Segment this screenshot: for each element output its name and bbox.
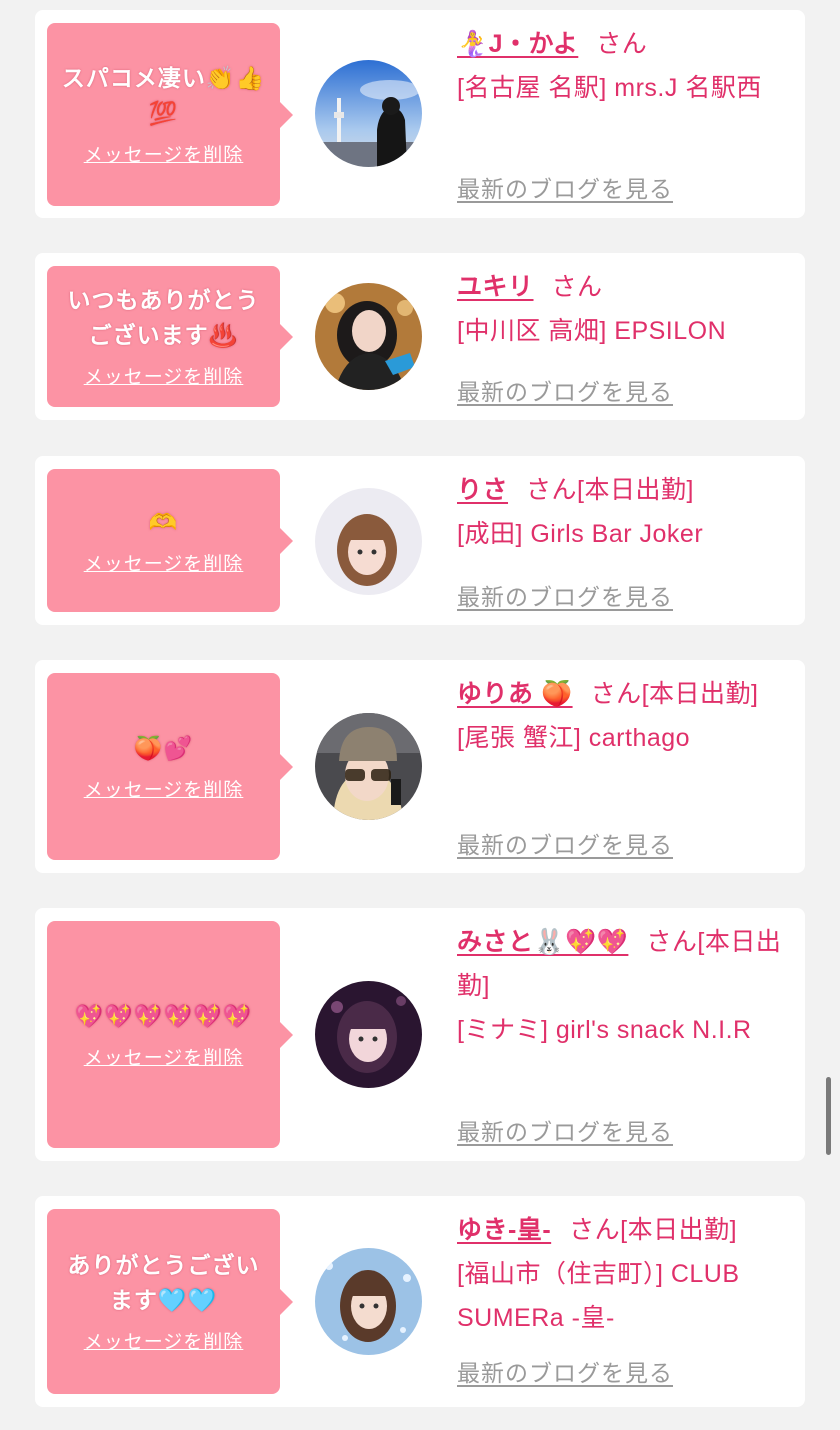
message-text: いつもありがとうございます♨️ xyxy=(67,288,260,349)
sender-avatar[interactable] xyxy=(315,60,422,167)
sender-shop: [尾張 蟹江] carthago xyxy=(457,724,691,752)
woman-brown-hair-avatar-icon xyxy=(315,488,422,595)
message-text: 🫶 xyxy=(148,509,179,536)
message-card: 💖💖💖💖💖💖 メッセージを削除 みさと🐰💖💖 さん[本日出勤] [ミナミ] gir… xyxy=(35,908,805,1161)
message-text: スパコメ凄い👏👍💯 xyxy=(61,66,266,127)
delete-message-link[interactable]: メッセージを削除 xyxy=(84,1043,244,1070)
message-bubble: 💖💖💖💖💖💖 メッセージを削除 xyxy=(47,921,293,1148)
sender-name-link[interactable]: 🧜‍♀️J・かよ xyxy=(457,30,578,58)
message-card: 🫶 メッセージを削除 りさ さん[本日出勤] [成田] Girls Bar Jok… xyxy=(35,456,805,625)
latest-blog-link[interactable]: 最新のブログを見る xyxy=(457,170,673,204)
message-card: ありがとうございます🩵🩵 メッセージを削除 ゆき-皇- さん[本日出勤] [福山市… xyxy=(35,1196,805,1407)
sender-avatar[interactable] xyxy=(315,1248,422,1355)
sender-name-link[interactable]: ゆりあ 🍑 xyxy=(457,680,573,708)
sender-shop: [名古屋 名駅] mrs.J 名駅西 xyxy=(457,74,762,102)
woman-blue-glitter-avatar-icon xyxy=(315,1248,422,1355)
latest-blog-link[interactable]: 最新のブログを見る xyxy=(457,1113,673,1147)
message-text: ありがとうございます🩵🩵 xyxy=(67,1253,260,1314)
sender-suffix: さん[本日出勤] xyxy=(569,1216,738,1244)
sender-name-link[interactable]: りさ xyxy=(457,476,508,504)
message-card: いつもありがとうございます♨️ メッセージを削除 ユキリ さん [中川区 高畑] … xyxy=(35,253,805,420)
delete-message-link[interactable]: メッセージを削除 xyxy=(84,775,244,802)
sender-info: ゆりあ 🍑 さん[本日出勤] [尾張 蟹江] carthago xyxy=(457,672,792,760)
sender-shop: [ミナミ] girl's snack N.I.R xyxy=(457,1016,752,1044)
sender-shop: [福山市（住吉町）] CLUB SUMERa -皇- xyxy=(457,1260,740,1332)
message-bubble: 🍑💕 メッセージを削除 xyxy=(47,673,293,860)
sender-info: ゆき-皇- さん[本日出勤] [福山市（住吉町）] CLUB SUMERa -皇- xyxy=(457,1208,792,1340)
latest-blog-link[interactable]: 最新のブログを見る xyxy=(457,1354,673,1388)
sender-avatar[interactable] xyxy=(315,283,422,390)
sender-suffix: さん[本日出勤] xyxy=(526,476,694,504)
latest-blog-link[interactable]: 最新のブログを見る xyxy=(457,578,673,612)
sender-suffix: さん[本日出勤] xyxy=(590,680,759,708)
sender-name-link[interactable]: ゆき-皇- xyxy=(457,1216,551,1244)
sender-shop: [中川区 高畑] EPSILON xyxy=(457,317,727,345)
sender-name-link[interactable]: ユキリ xyxy=(457,273,534,301)
latest-blog-link[interactable]: 最新のブログを見る xyxy=(457,826,673,860)
woman-dark-hair-avatar-icon xyxy=(315,283,422,390)
delete-message-link[interactable]: メッセージを削除 xyxy=(84,140,244,167)
message-bubble: いつもありがとうございます♨️ メッセージを削除 xyxy=(47,266,293,407)
delete-message-link[interactable]: メッセージを削除 xyxy=(84,549,244,576)
sender-shop: [成田] Girls Bar Joker xyxy=(457,520,704,548)
sender-info: 🧜‍♀️J・かよ さん [名古屋 名駅] mrs.J 名駅西 xyxy=(457,22,792,110)
tower-photo-avatar-icon xyxy=(315,60,422,167)
sender-avatar[interactable] xyxy=(315,488,422,595)
message-bubble: ありがとうございます🩵🩵 メッセージを削除 xyxy=(47,1209,293,1394)
woman-beanie-avatar-icon xyxy=(315,713,422,820)
sender-suffix: さん xyxy=(551,273,603,301)
sender-info: ユキリ さん [中川区 高畑] EPSILON xyxy=(457,265,792,353)
message-list: スパコメ凄い👏👍💯 メッセージを削除 xyxy=(0,0,840,1430)
sender-info: りさ さん[本日出勤] [成田] Girls Bar Joker xyxy=(457,468,792,556)
woman-purple-avatar-icon xyxy=(315,981,422,1088)
sender-avatar[interactable] xyxy=(315,713,422,820)
message-text: 💖💖💖💖💖💖 xyxy=(74,1003,253,1030)
delete-message-link[interactable]: メッセージを削除 xyxy=(84,362,244,389)
message-card: 🍑💕 メッセージを削除 ゆりあ 🍑 さん[本日出勤] [尾張 蟹江] cartha… xyxy=(35,660,805,873)
sender-name-link[interactable]: みさと🐰💖💖 xyxy=(457,928,628,956)
sender-info: みさと🐰💖💖 さん[本日出勤] [ミナミ] girl's snack N.I.R xyxy=(457,920,792,1052)
scrollbar[interactable] xyxy=(826,1077,831,1155)
message-card: スパコメ凄い👏👍💯 メッセージを削除 xyxy=(35,10,805,218)
sender-avatar[interactable] xyxy=(315,981,422,1088)
delete-message-link[interactable]: メッセージを削除 xyxy=(84,1327,244,1354)
sender-suffix: さん xyxy=(596,30,648,58)
message-text: 🍑💕 xyxy=(133,735,194,762)
message-bubble: スパコメ凄い👏👍💯 メッセージを削除 xyxy=(47,23,293,206)
message-bubble: 🫶 メッセージを削除 xyxy=(47,469,293,612)
latest-blog-link[interactable]: 最新のブログを見る xyxy=(457,373,673,407)
